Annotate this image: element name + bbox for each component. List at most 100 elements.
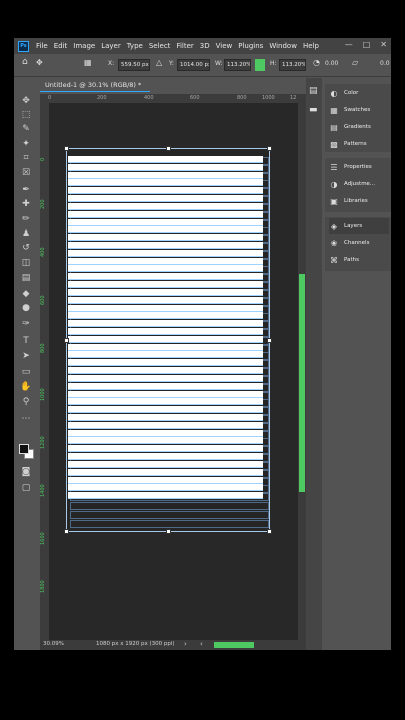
lasso-icon[interactable]: ✎ — [20, 123, 32, 135]
document-tab[interactable]: Untitled-1 @ 30.1% (RGB/8) * — [40, 78, 150, 92]
eraser-icon[interactable]: ◫ — [20, 257, 32, 269]
menu-plugins[interactable]: Plugins — [235, 42, 266, 50]
move-icon[interactable]: ✥ — [20, 95, 32, 107]
panel-tab-label: Patterns — [344, 141, 367, 147]
h-label: H: — [270, 60, 277, 67]
scroll-left-icon[interactable]: ‹ — [200, 640, 203, 648]
maximize-icon[interactable]: □ — [363, 40, 371, 49]
healing-icon[interactable]: ✚ — [20, 198, 32, 210]
panel-tab-paths[interactable]: ⌘ Paths — [329, 252, 389, 268]
crop-icon[interactable]: ⌗ — [20, 152, 32, 164]
panel-tab-color[interactable]: ◐ Color — [329, 85, 389, 101]
close-icon[interactable]: ✕ — [380, 40, 387, 49]
history-icon[interactable]: ▤ — [309, 86, 318, 96]
vertical-ruler[interactable]: 0 200 400 600 800 1000 1200 1400 1600 1800 — [40, 103, 49, 650]
foreground-color-swatch[interactable] — [19, 444, 29, 454]
transform-handle-top[interactable] — [166, 146, 171, 151]
transform-handle-top-left[interactable] — [64, 146, 69, 151]
libraries-icon: ▣ — [330, 196, 338, 206]
status-bar: 30.09% 1080 px x 1920 px (300 ppi) › ‹ — [40, 640, 306, 650]
horizontal-scroll-thumb[interactable] — [214, 642, 254, 648]
transform-handle-bottom[interactable] — [166, 529, 171, 534]
panel-tab-adjustme[interactable]: ◑ Adjustme... — [329, 176, 389, 192]
skew-value[interactable]: 0.0 — [380, 60, 390, 67]
ruler-tick-label: 0 — [40, 157, 46, 161]
marquee-icon[interactable]: ⬚ — [20, 109, 32, 121]
hand-icon[interactable]: ✋ — [20, 381, 32, 393]
pen-icon[interactable]: ✑ — [20, 318, 32, 330]
y-label: Y: — [169, 60, 174, 67]
height-field[interactable]: 113.20% — [279, 59, 306, 71]
gradients-icon: ▤ — [330, 122, 338, 132]
canvas-area[interactable] — [49, 103, 298, 640]
brush-icon[interactable]: ✏ — [20, 213, 32, 225]
type-icon[interactable]: T — [20, 335, 32, 347]
zoom-icon[interactable]: ⚲ — [20, 396, 32, 408]
ruler-tick-label: 12 — [290, 95, 297, 101]
panel-tab-swatches[interactable]: ▦ Swatches — [329, 102, 389, 118]
zoom-level[interactable]: 30.09% — [43, 641, 64, 647]
comments-icon[interactable]: ▬ — [309, 105, 318, 115]
path-select-icon[interactable]: ➤ — [20, 350, 32, 362]
panel-tab-properties[interactable]: ☰ Properties — [329, 159, 389, 175]
panel-tab-layers[interactable]: ◈ Layers — [329, 218, 389, 234]
menu-help[interactable]: Help — [300, 42, 322, 50]
minimize-icon[interactable]: — — [345, 40, 353, 49]
photoshop-window: Ps File Edit Image Layer Type Select Fil… — [14, 38, 391, 650]
menu-view[interactable]: View — [213, 42, 236, 50]
menu-file[interactable]: File — [33, 42, 51, 50]
rotate-icon[interactable]: ◔ — [313, 58, 320, 67]
transform-handle-top-right[interactable] — [267, 146, 272, 151]
move-tool-preset-icon[interactable]: ✥ — [36, 58, 43, 67]
rectangle-icon[interactable]: ▭ — [20, 366, 32, 378]
transform-bounding-box[interactable] — [64, 146, 272, 534]
angle-value[interactable]: 0.00 — [325, 60, 338, 67]
menu-layer[interactable]: Layer — [98, 42, 124, 50]
channels-icon: ❀ — [330, 238, 338, 248]
ruler-tick-label: 1800 — [40, 580, 46, 593]
options-bar: ⌂ ✥ ▦ X: 559.50 px △ Y: 1014.00 px W: 11… — [14, 55, 391, 77]
menu-filter[interactable]: Filter — [173, 42, 196, 50]
menu-select[interactable]: Select — [146, 42, 174, 50]
gradient-icon[interactable]: ▤ — [20, 272, 32, 284]
screen-mode-icon[interactable]: ▢ — [20, 482, 32, 494]
reference-point-icon[interactable]: ▦ — [84, 58, 92, 67]
transform-handle-right[interactable] — [267, 338, 272, 343]
quick-select-icon[interactable]: ✦ — [20, 138, 32, 150]
transform-handle-bottom-left[interactable] — [64, 529, 69, 534]
adjustments-icon: ◑ — [330, 179, 338, 189]
stamp-icon[interactable]: ♟ — [20, 228, 32, 240]
more-tools-icon[interactable]: ⋯ — [20, 413, 32, 425]
frame-icon[interactable]: ☒ — [20, 167, 32, 179]
ruler-tick-label: 1200 — [40, 436, 46, 449]
transform-handle-left[interactable] — [64, 338, 69, 343]
link-proportions-button[interactable] — [255, 59, 265, 71]
panel-tab-channels[interactable]: ❀ Channels — [329, 235, 389, 251]
dodge-icon[interactable]: ● — [20, 302, 32, 314]
width-field[interactable]: 113.20% — [224, 59, 251, 71]
panel-tab-patterns[interactable]: ▩ Patterns — [329, 136, 389, 152]
panel-tab-label: Swatches — [344, 107, 371, 113]
home-icon[interactable]: ⌂ — [22, 57, 28, 67]
ruler-tick-label: 800 — [40, 343, 46, 353]
status-menu-arrow-icon[interactable]: › — [184, 640, 187, 648]
transform-handle-bottom-right[interactable] — [267, 529, 272, 534]
vertical-scroll-thumb[interactable] — [299, 274, 305, 492]
blur-icon[interactable]: ◆ — [20, 288, 32, 300]
skew-icon[interactable]: ▱ — [352, 58, 358, 67]
panel-tab-gradients[interactable]: ▤ Gradients — [329, 119, 389, 135]
menu-image[interactable]: Image — [70, 42, 98, 50]
eyedropper-icon[interactable]: ✒ — [20, 184, 32, 196]
vertical-scrollbar[interactable] — [298, 94, 306, 640]
triangle-icon[interactable]: △ — [156, 58, 162, 67]
history-brush-icon[interactable]: ↺ — [20, 242, 32, 254]
y-position-field[interactable]: 1014.00 px — [177, 59, 210, 71]
horizontal-ruler[interactable]: 0 200 400 600 800 1000 12 — [40, 94, 298, 103]
menu-window[interactable]: Window — [266, 42, 300, 50]
menu-type[interactable]: Type — [124, 42, 146, 50]
quick-mask-icon[interactable]: ◙ — [20, 466, 32, 478]
menu-edit[interactable]: Edit — [51, 42, 71, 50]
x-position-field[interactable]: 559.50 px — [118, 59, 150, 71]
menu-3d[interactable]: 3D — [197, 42, 213, 50]
panel-tab-libraries[interactable]: ▣ Libraries — [329, 193, 389, 209]
